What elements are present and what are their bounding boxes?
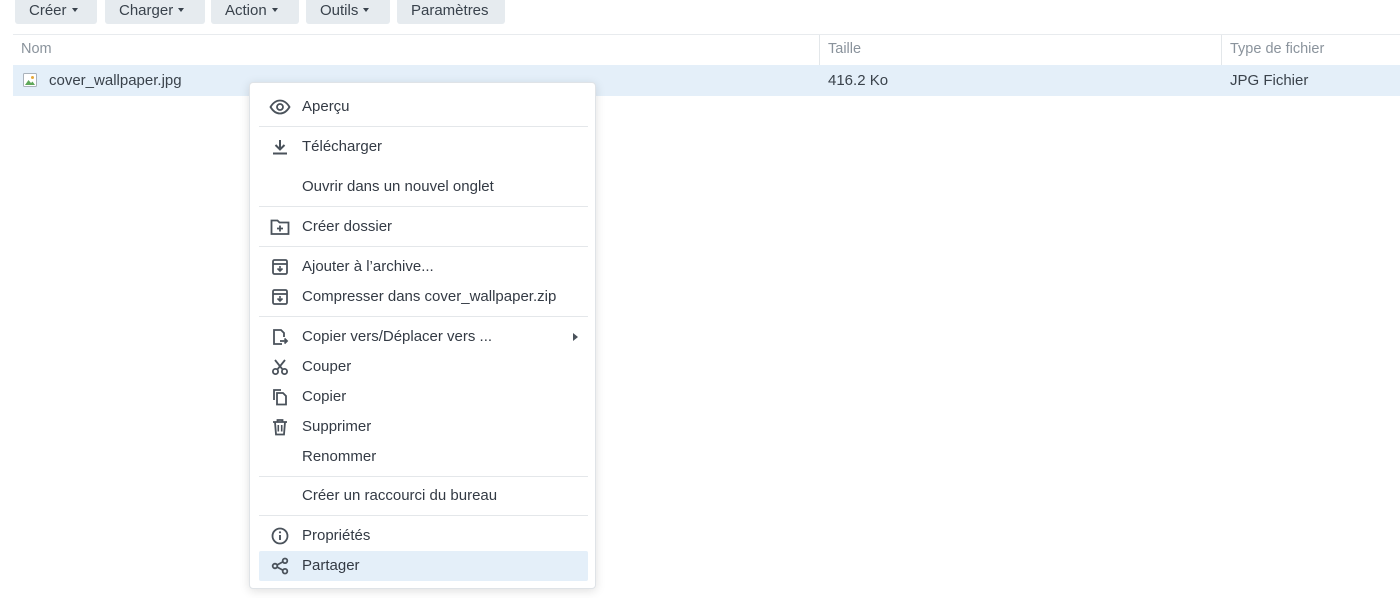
action-button-label: Action [225,2,267,19]
upload-button-label: Charger [119,2,174,19]
menu-item-label: Propriétés [302,527,371,544]
column-header-name[interactable]: Nom [13,35,818,65]
menu-item-label: Partager [302,557,360,574]
menu-item-cut[interactable]: Couper [259,352,588,382]
menu-item-preview[interactable]: Aperçu [259,92,588,122]
menu-divider [259,206,588,207]
menu-item-desktop-shortcut[interactable]: Créer un raccourci du bureau [259,481,588,511]
file-move-icon [269,327,291,347]
menu-item-label: Compresser dans cover_wallpaper.zip [302,288,557,305]
menu-divider [259,515,588,516]
context-menu: Aperçu Télécharger Ouvrir dans un nouvel… [249,82,596,589]
menu-divider [259,316,588,317]
archive-icon [269,257,291,277]
caret-down-icon [271,8,278,12]
menu-divider [259,126,588,127]
folder-plus-icon [269,217,291,237]
menu-item-label: Copier vers/Déplacer vers ... [302,328,493,345]
menu-item-copy-move-to[interactable]: Copier vers/Déplacer vers ... [259,322,588,352]
menu-divider [259,476,588,477]
action-button[interactable]: Action [211,0,299,24]
file-list-header: Nom Taille Type de fichier [13,34,1400,65]
menu-item-rename[interactable]: Renommer [259,442,588,472]
image-file-icon [22,72,38,88]
menu-item-label: Ouvrir dans un nouvel onglet [302,178,494,195]
menu-item-label: Supprimer [302,418,372,435]
file-name: cover_wallpaper.jpg [49,72,182,89]
tools-button-label: Outils [320,2,359,19]
menu-item-label: Créer un raccourci du bureau [302,487,498,504]
toolbar: Créer Charger Action Outils Paramètres [0,0,1400,32]
upload-button[interactable]: Charger [105,0,205,24]
file-station-window: Créer Charger Action Outils Paramètres N… [0,0,1400,598]
create-button-label: Créer [29,2,67,19]
trash-icon [269,417,291,437]
settings-button-label: Paramètres [411,2,489,19]
menu-item-delete[interactable]: Supprimer [259,412,588,442]
submenu-arrow-icon [573,333,578,341]
caret-down-icon [71,8,78,12]
scissors-icon [269,357,291,377]
menu-divider [259,246,588,247]
menu-item-add-to-archive[interactable]: Ajouter à l’archive... [259,252,588,282]
share-icon [269,556,291,576]
menu-item-label: Copier [302,388,347,405]
menu-item-open-new-tab[interactable]: Ouvrir dans un nouvel onglet [259,172,588,202]
settings-button[interactable]: Paramètres [397,0,505,24]
caret-down-icon [363,8,370,12]
eye-icon [269,97,291,117]
file-size: 416.2 Ko [828,72,889,89]
menu-item-label: Créer dossier [302,218,393,235]
menu-item-create-folder[interactable]: Créer dossier [259,212,588,242]
column-header-size[interactable]: Taille [820,35,1220,65]
menu-item-download[interactable]: Télécharger [259,132,588,162]
menu-item-share[interactable]: Partager [259,551,588,581]
menu-item-compress[interactable]: Compresser dans cover_wallpaper.zip [259,282,588,312]
table-row[interactable]: cover_wallpaper.jpg 416.2 Ko JPG Fichier [13,65,1400,96]
create-button[interactable]: Créer [15,0,97,24]
column-header-type[interactable]: Type de fichier [1222,35,1400,65]
menu-item-copy[interactable]: Copier [259,382,588,412]
tools-button[interactable]: Outils [306,0,390,24]
menu-item-label: Ajouter à l’archive... [302,258,434,275]
menu-item-label: Aperçu [302,98,350,115]
download-icon [269,137,291,157]
copy-icon [269,387,291,407]
menu-item-label: Renommer [302,448,377,465]
caret-down-icon [178,8,185,12]
archive-icon [269,287,291,307]
menu-item-label: Télécharger [302,138,383,155]
menu-item-label: Couper [302,358,352,375]
file-type: JPG Fichier [1230,72,1309,89]
info-icon [269,526,291,546]
menu-item-properties[interactable]: Propriétés [259,521,588,551]
